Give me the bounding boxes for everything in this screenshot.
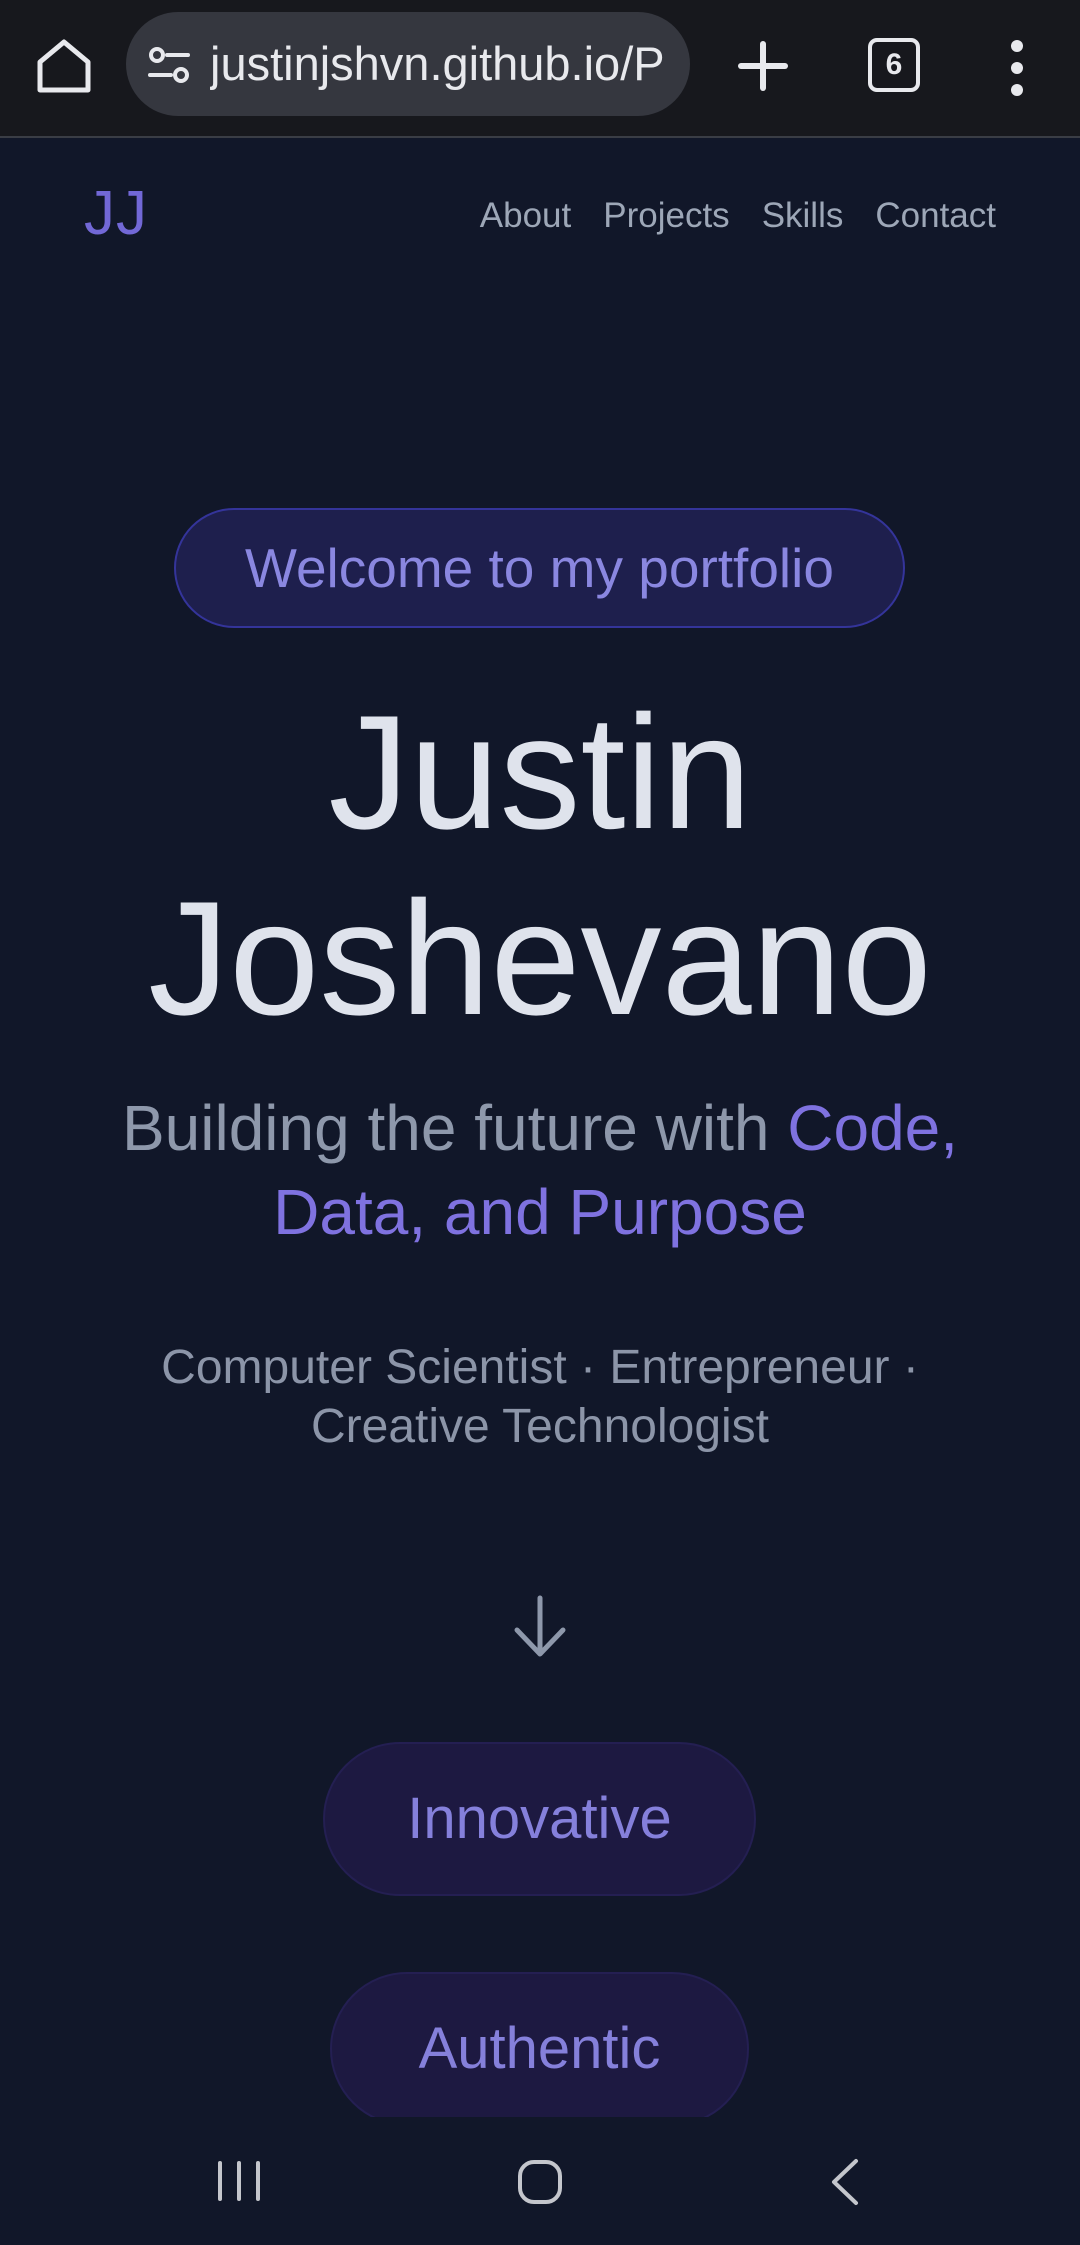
chip-innovative[interactable]: Innovative: [323, 1742, 756, 1896]
chip-authentic[interactable]: Authentic: [330, 1972, 749, 2126]
new-tab-plus-icon[interactable]: [733, 36, 793, 96]
hero-roles: Computer Scientist · Entrepreneur · Crea…: [100, 1338, 980, 1456]
home-icon[interactable]: [515, 2157, 565, 2207]
tab-count: 6: [868, 38, 920, 92]
overflow-menu-icon[interactable]: [1003, 38, 1031, 98]
back-icon[interactable]: [826, 2157, 862, 2207]
home-icon[interactable]: [30, 32, 98, 100]
browser-toolbar: justinjshvn.github.io/P 6: [0, 0, 1080, 138]
site-settings-icon[interactable]: [146, 42, 192, 88]
arrow-down-icon[interactable]: [505, 1592, 575, 1662]
nav-link-contact[interactable]: Contact: [875, 196, 996, 236]
address-bar[interactable]: justinjshvn.github.io/P: [126, 12, 690, 116]
hero-tagline: Building the future with Code, Data, and…: [60, 1086, 1020, 1254]
roles-line-1: Computer Scientist · Entrepreneur ·: [161, 1341, 919, 1394]
hero-name: Justin Joshevano: [0, 680, 1080, 1052]
nav-link-projects[interactable]: Projects: [603, 196, 729, 236]
tagline-text: Building the future with: [121, 1092, 788, 1164]
tab-switcher-icon[interactable]: 6: [866, 36, 920, 92]
system-navigation-bar: [0, 2117, 1080, 2245]
nav-link-skills[interactable]: Skills: [762, 196, 844, 236]
roles-line-2: Creative Technologist: [310, 1400, 770, 1453]
recents-icon[interactable]: [214, 2159, 264, 2203]
hero-name-last: Joshevano: [148, 868, 932, 1049]
url-text[interactable]: justinjshvn.github.io/P: [210, 12, 670, 116]
site-nav: About Projects Skills Contact: [480, 196, 996, 236]
welcome-badge: Welcome to my portfolio: [174, 508, 905, 628]
nav-link-about[interactable]: About: [480, 196, 571, 236]
hero-name-first: Justin: [328, 682, 752, 863]
site-logo[interactable]: JJ: [84, 178, 148, 249]
